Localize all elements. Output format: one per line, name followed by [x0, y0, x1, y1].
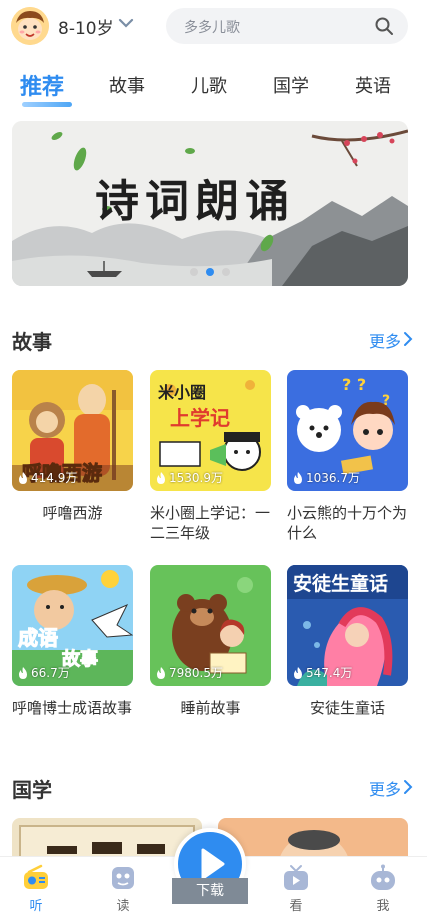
- fire-icon: [157, 471, 165, 484]
- svg-text:成语: 成语: [18, 626, 58, 650]
- story-title: 小云熊的十万个为什么: [287, 504, 408, 542]
- play-count-value: 7980.5万: [169, 666, 223, 680]
- more-link-guoxue[interactable]: 更多: [369, 776, 401, 800]
- story-title: 米小圈上学记：一二三年级: [150, 504, 271, 542]
- carousel-dot-active: [206, 268, 214, 276]
- carousel-dots: [190, 268, 250, 278]
- avatar[interactable]: [11, 7, 49, 45]
- top-bar: 8-10岁 多多儿歌: [0, 0, 427, 56]
- chevron-down-icon[interactable]: [117, 14, 135, 32]
- section-title-guoxue: 国学: [12, 778, 52, 802]
- search-placeholder: 多多儿歌: [184, 20, 240, 36]
- tab-recommend[interactable]: 推荐: [20, 69, 64, 101]
- fire-icon: [19, 666, 27, 679]
- fire-icon: [157, 666, 165, 679]
- category-tabs: 推荐 故事 儿歌 国学 英语: [0, 62, 427, 110]
- fire-icon: [294, 666, 302, 679]
- story-cover: 米小圈 上学记 1530.9万: [150, 370, 271, 491]
- story-cover: 呼噜西游 414.9万: [12, 370, 133, 491]
- section-title-stories: 故事: [12, 330, 52, 354]
- tab-guoxue[interactable]: 国学: [273, 72, 309, 98]
- story-cover: ? ? ? 1036.7万: [287, 370, 408, 491]
- tab-songs[interactable]: 儿歌: [191, 72, 227, 98]
- play-count: 7980.5万: [156, 664, 223, 681]
- svg-text:上学记: 上学记: [170, 406, 230, 430]
- banner-carousel[interactable]: 诗词朗诵: [12, 121, 408, 286]
- play-count-value: 414.9万: [31, 471, 78, 485]
- story-cover: 安徒生童话 547.4万: [287, 565, 408, 686]
- story-title: 呼噜博士成语故事: [12, 699, 133, 717]
- tab-label: 看: [289, 899, 303, 914]
- chevron-right-icon[interactable]: [401, 779, 415, 795]
- fire-icon: [19, 471, 27, 484]
- child-avatar-icon: [11, 7, 49, 45]
- tv-icon: [284, 865, 308, 890]
- play-download-button[interactable]: 下载: [172, 828, 248, 904]
- carousel-dot: [190, 268, 198, 276]
- svg-text:米小圈: 米小圈: [158, 383, 206, 402]
- play-count: 1530.9万: [156, 469, 223, 486]
- svg-text:? ?: ? ?: [342, 375, 366, 394]
- story-title: 睡前故事: [180, 699, 241, 717]
- chevron-right-icon[interactable]: [401, 331, 415, 347]
- carousel-dot: [222, 268, 230, 276]
- play-count: 1036.7万: [293, 469, 360, 486]
- story-title: 安徒生童话: [309, 699, 385, 717]
- tab-stories[interactable]: 故事: [109, 72, 145, 98]
- tab-read[interactable]: 读: [93, 863, 153, 914]
- more-link-stories[interactable]: 更多: [369, 328, 401, 352]
- age-selector[interactable]: 8-10岁: [58, 14, 114, 39]
- svg-text:安徒生童话: 安徒生童话: [293, 572, 388, 595]
- active-tab-indicator: [22, 102, 72, 107]
- tab-label: 听: [29, 899, 43, 914]
- play-count-value: 66.7万: [31, 666, 70, 680]
- tab-me[interactable]: 我: [353, 863, 413, 914]
- search-input[interactable]: 多多儿歌: [166, 8, 408, 44]
- play-count-value: 1530.9万: [169, 471, 223, 485]
- story-cover: 成语 故事 66.7万: [12, 565, 133, 686]
- play-count-value: 547.4万: [306, 666, 353, 680]
- tab-english[interactable]: 英语: [355, 72, 391, 98]
- tab-label: 我: [376, 899, 390, 914]
- play-count-value: 1036.7万: [306, 471, 360, 485]
- robot-book-icon: [112, 867, 134, 889]
- robot-face-icon: [371, 864, 395, 890]
- play-count: 414.9万: [18, 469, 77, 486]
- play-count: 66.7万: [18, 664, 70, 681]
- download-label[interactable]: 下载: [172, 878, 248, 904]
- tab-watch[interactable]: 看: [266, 863, 326, 914]
- story-title: 呼噜西游: [42, 504, 103, 522]
- play-count: 547.4万: [293, 664, 352, 681]
- search-icon[interactable]: [374, 16, 394, 36]
- tab-label: 读: [116, 899, 130, 914]
- tab-listen[interactable]: 听: [6, 863, 66, 914]
- fire-icon: [294, 471, 302, 484]
- story-cover: 7980.5万: [150, 565, 271, 686]
- banner-title: 诗词朗诵: [95, 176, 295, 227]
- radio-icon: [24, 864, 48, 889]
